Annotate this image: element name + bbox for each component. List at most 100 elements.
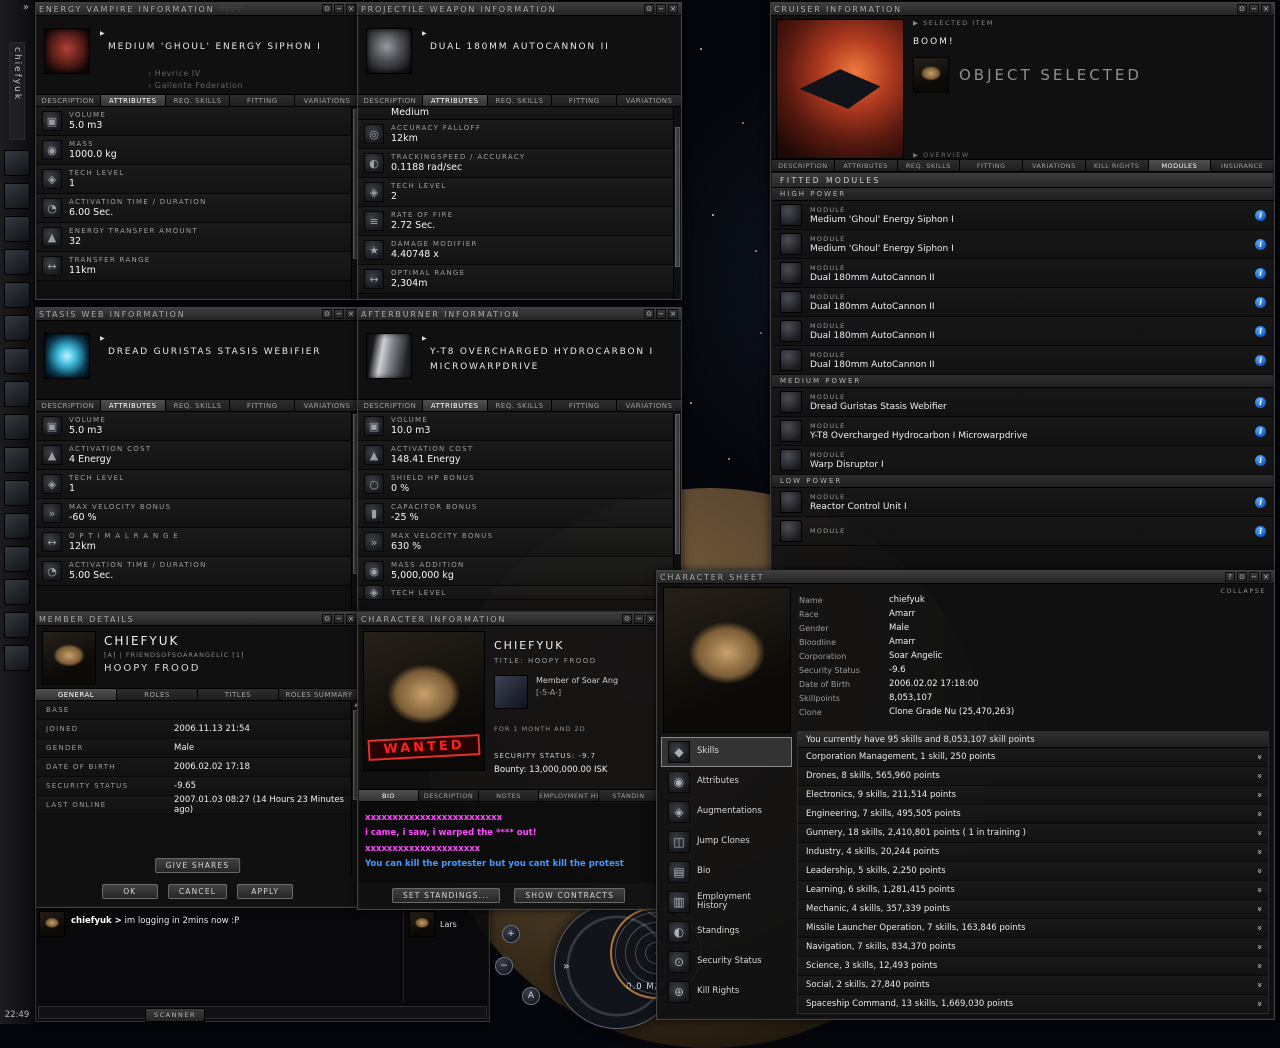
expand-chevron-icon[interactable]: » [1254,925,1264,931]
window-titlebar[interactable]: STASIS WEB INFORMATION ⊙ − × [36,308,359,321]
microwarpdrive-item-icon[interactable] [366,333,412,379]
expand-chevron-icon[interactable]: » [1254,830,1264,836]
expand-chevron-icon[interactable]: » [1254,849,1264,855]
expand-arrow-icon[interactable]: ▶ [913,151,920,159]
tab-fitting[interactable]: FITTING [552,95,618,106]
info-icon[interactable]: i [1255,325,1266,337]
tab-variations[interactable]: VARIATIONS [295,400,359,411]
skill-group-row[interactable]: Drones, 8 skills, 565,960 points » [798,767,1268,786]
pin-icon[interactable]: ⊙ [622,614,632,624]
help-icon[interactable]: ? [1225,572,1235,582]
expand-chevron-icon[interactable]: » [1254,963,1264,969]
chat-author[interactable]: chiefyuk > [71,916,122,926]
skill-group-row[interactable]: Engineering, 7 skills, 495,505 points » [798,805,1268,824]
module-row[interactable]: MODULE Medium 'Ghoul' Energy Siphon I i [772,201,1273,230]
skill-group-row[interactable]: Gunnery, 18 skills, 2,410,801 points ( 1… [798,824,1268,843]
tab-variations[interactable]: VARIATIONS [1023,160,1086,171]
nav-item[interactable]: ▥ Employment History [661,887,792,917]
nav-item[interactable]: ◈ Augmentations [661,797,792,827]
tab-attributes[interactable]: ATTRIBUTES [100,400,166,411]
expand-chevron-icon[interactable]: » [1254,887,1264,893]
expand-chevron-icon[interactable]: » [1254,868,1264,874]
neocom-character-name[interactable]: chiefyuk [9,42,25,140]
selected-object-thumbnail[interactable] [913,57,949,93]
tab-modules[interactable]: MODULES [1148,160,1212,171]
chat-input[interactable] [38,1006,487,1019]
pin-icon[interactable]: ⊙ [322,309,332,319]
expand-arrow-icon[interactable]: ▶ [100,335,105,342]
tab-fitting[interactable]: FITTING [552,400,618,411]
tab-variations[interactable]: VARIATIONS [617,400,681,411]
minimize-icon[interactable]: − [334,309,344,319]
neocom-expand-icon[interactable]: » [23,2,29,13]
skill-group-row[interactable]: Mechanic, 4 skills, 357,339 points » [798,900,1268,919]
close-icon[interactable]: × [668,4,678,14]
tab-bio[interactable]: BIO [359,790,419,801]
expand-arrow-icon[interactable]: ▶ [422,335,427,342]
window-titlebar[interactable]: MEMBER DETAILS ⊙ − × [36,613,359,626]
pin-icon[interactable]: ⊙ [644,309,654,319]
tab-req-skills[interactable]: REQ. SKILLS [897,160,961,171]
close-icon[interactable]: × [668,309,678,319]
minimize-icon[interactable]: − [334,614,344,624]
tab-attributes[interactable]: ATTRIBUTES [422,95,488,106]
tab-req-skills[interactable]: REQ. SKILLS [165,400,231,411]
tab-fitting[interactable]: FITTING [230,400,296,411]
skill-group-row[interactable]: Leadership, 5 skills, 2,250 points » [798,862,1268,881]
tab-variations[interactable]: VARIATIONS [295,95,359,106]
tab-req-skills[interactable]: REQ. SKILLS [165,95,231,106]
module-row[interactable]: MODULE Dread Guristas Stasis Webifier i [772,388,1273,417]
show-contracts-button[interactable]: SHOW CONTRACTS [514,888,626,903]
close-icon[interactable]: × [346,4,356,14]
tab-description[interactable]: DESCRIPTION [36,95,101,106]
zoom-out-button[interactable]: − [495,957,513,975]
expand-chevron-icon[interactable]: » [1254,811,1264,817]
tab-attributes[interactable]: ATTRIBUTES [422,400,488,411]
tab-fitting[interactable]: FITTING [230,95,296,106]
expand-chevron-icon[interactable]: » [1254,982,1264,988]
tab-description[interactable]: DESCRIPTION [358,400,423,411]
corp-logo[interactable] [494,675,528,709]
skill-group-row[interactable]: Corporation Management, 1 skill, 250 poi… [798,748,1268,767]
close-icon[interactable]: × [346,309,356,319]
ship-render-image[interactable] [776,19,904,159]
module-row[interactable]: MODULE Y-T8 Overcharged Hydrocarbon I Mi… [772,417,1273,446]
info-icon[interactable]: i [1255,267,1266,279]
nav-item[interactable]: ◐ Standings [661,917,792,947]
skill-group-row[interactable]: Spaceship Command, 13 skills, 1,669,030 … [798,995,1268,1013]
tab-attributes[interactable]: ATTRIBUTES [834,160,898,171]
module-row[interactable]: MODULE Dual 180mm AutoCannon II i [772,288,1273,317]
tab-titles[interactable]: TITLES [198,689,279,700]
tab-fitting[interactable]: FITTING [960,160,1023,171]
tab-req-skills[interactable]: REQ. SKILLS [487,95,553,106]
info-icon[interactable]: i [1255,209,1266,221]
window-titlebar[interactable]: AFTERBURNER INFORMATION ⊙ − × [358,308,681,321]
chat-member[interactable]: Lars [409,911,487,937]
expand-chevron-icon[interactable]: » [1254,1001,1264,1007]
tab-req-skills[interactable]: REQ. SKILLS [487,400,553,411]
hud-expand-icon[interactable]: » [563,960,570,973]
skill-group-row[interactable]: Science, 3 skills, 12,493 points » [798,957,1268,976]
close-icon[interactable]: × [346,614,356,624]
module-row[interactable]: MODULE Dual 180mm AutoCannon II i [772,346,1273,375]
window-titlebar[interactable]: CHARACTER SHEET ? ⊙ − × [657,571,1274,584]
autocannon-item-icon[interactable] [366,28,412,74]
chat-avatar[interactable] [39,911,65,937]
tab-roles-summary[interactable]: ROLES SUMMARY [279,689,359,700]
set-standings-button[interactable]: SET STANDINGS... [391,888,501,903]
close-icon[interactable]: × [1261,4,1271,14]
member-avatar[interactable] [409,911,435,937]
skill-group-row[interactable]: Missile Launcher Operation, 7 skills, 16… [798,919,1268,938]
give-shares-button[interactable]: GIVE SHARES [154,858,241,873]
scrollbar[interactable] [673,107,681,299]
close-icon[interactable]: × [1261,572,1271,582]
tab-description[interactable]: DESCRIPTION [772,160,835,171]
tab-kill-rights[interactable]: KILL RIGHTS [1085,160,1149,171]
window-titlebar[interactable]: ENERGY VAMPIRE INFORMATION ▽▽▽▽ ⊙ − × [36,3,359,16]
pin-icon[interactable]: ⊙ [322,614,332,624]
module-row[interactable]: MODULE Dual 180mm AutoCannon II i [772,259,1273,288]
member-portrait[interactable] [42,631,96,685]
expand-arrow-icon[interactable]: ▶ [913,19,920,27]
module-row[interactable]: MODULE Warp Disruptor I i [772,446,1273,475]
scrollbar-thumb[interactable] [675,127,680,267]
